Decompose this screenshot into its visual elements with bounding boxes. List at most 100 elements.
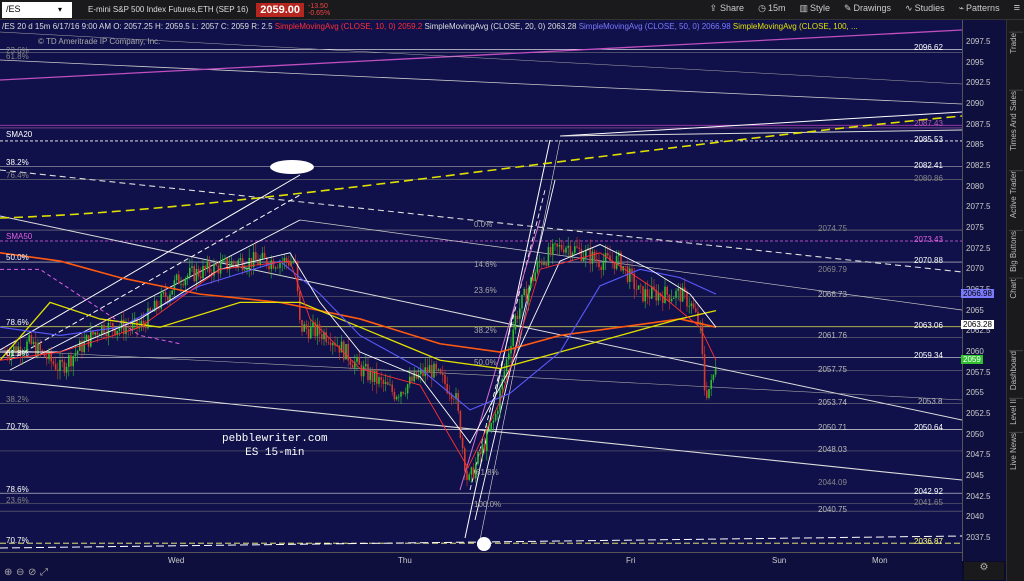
sidebar-tab[interactable]: Active Trader — [1009, 170, 1023, 219]
candle-body — [303, 324, 305, 332]
candle-body — [433, 363, 435, 378]
fib-mid-label: 50.0% — [474, 358, 497, 367]
candle-body — [552, 243, 554, 255]
fib-level-label: 78.6% — [6, 318, 29, 327]
candle-body — [244, 270, 246, 271]
sidebar-tab[interactable]: Big Buttons — [1009, 230, 1023, 272]
candle-body — [466, 470, 468, 480]
candle-body — [142, 320, 145, 324]
price-tick: 2047.5 — [966, 450, 991, 460]
candle-body — [349, 360, 352, 365]
sidebar-tab[interactable]: Live News — [1009, 432, 1023, 470]
price-tick: 2065 — [966, 305, 984, 315]
sidebar-tab[interactable]: Trade — [1009, 32, 1023, 54]
candle-body — [406, 384, 409, 394]
price-tick: 2055 — [966, 388, 984, 398]
studies-button[interactable]: ∿ Studies — [905, 2, 945, 14]
price-tick: 2045 — [966, 471, 984, 480]
candle-body — [57, 369, 59, 371]
candle-body — [105, 334, 107, 337]
trendline — [0, 174, 301, 351]
candle-body — [162, 292, 165, 294]
candle-body — [657, 293, 660, 301]
fib-level-label: SMA20 — [6, 130, 33, 139]
candle-body — [156, 300, 158, 309]
sidebar-tab[interactable]: Level II — [1009, 398, 1023, 425]
candle-body — [37, 343, 39, 357]
candle-body — [512, 329, 514, 347]
candle-body — [307, 329, 310, 339]
chart-style-icon: ▥ — [799, 2, 808, 13]
candle-body — [444, 374, 446, 384]
candle-body — [635, 289, 638, 290]
candle-body — [637, 285, 640, 290]
level-value-label: 2063.06 — [914, 320, 943, 330]
price-tick: 2050 — [966, 429, 984, 439]
candle-body — [378, 377, 380, 384]
crosshair-icon[interactable]: ⊘ — [28, 567, 36, 578]
candle-body — [400, 391, 402, 397]
candle-body — [261, 252, 264, 259]
level-value-label: 2074.75 — [818, 224, 847, 234]
share-label: Share — [720, 3, 745, 13]
candle-body — [279, 262, 281, 269]
candle-body — [673, 297, 675, 299]
bar-close: C: 2059 — [220, 22, 249, 31]
candle-body — [615, 256, 618, 269]
price-tick: 2037.5 — [966, 533, 991, 542]
candle-body — [706, 390, 708, 398]
candle-body — [688, 306, 690, 307]
drawings-button[interactable]: ✎ Drawings — [844, 2, 891, 14]
candle-body — [541, 261, 543, 265]
patterns-label: Patterns — [966, 3, 1000, 13]
zoom-out-icon[interactable]: ⊖ — [16, 567, 24, 578]
price-tick: 2080 — [966, 181, 984, 191]
candle-body — [505, 359, 508, 372]
sidebar-tab[interactable]: Dashboard — [1009, 350, 1023, 391]
candle-body — [646, 289, 649, 297]
sidebar-tab[interactable]: Chart — [1009, 278, 1023, 299]
candle-body — [666, 286, 668, 295]
candle-body — [125, 327, 127, 335]
interval-button[interactable]: ◷ 15m — [758, 2, 785, 14]
zoom-in-icon[interactable]: ⊕ — [4, 567, 12, 578]
candle-body — [420, 369, 422, 375]
candle-body — [481, 444, 484, 455]
expand-icon[interactable]: ⤢ — [40, 567, 48, 578]
sma20-value: 2063.28 — [547, 22, 577, 31]
watermark-site: pebblewriter.com — [222, 433, 328, 445]
candle-body — [527, 287, 530, 302]
menu-icon[interactable]: ≡ — [1014, 2, 1020, 14]
candle-body — [580, 248, 583, 261]
fib-level-label: 38.2% — [6, 158, 29, 167]
style-button[interactable]: ▥ Style — [799, 2, 830, 14]
candle-body — [642, 286, 644, 302]
candle-body — [167, 296, 169, 301]
candle-body — [677, 288, 679, 291]
share-button[interactable]: ⇪ Share — [710, 2, 745, 14]
patterns-button[interactable]: ⌁ Patterns — [959, 2, 1000, 14]
candle-body — [523, 289, 525, 295]
candle-body — [459, 410, 462, 438]
sidebar-tab[interactable]: Times And Sales — [1009, 90, 1023, 151]
trendline — [0, 215, 962, 421]
trendline — [559, 129, 962, 137]
candle-body — [497, 410, 499, 414]
candle-body — [710, 380, 712, 389]
level-value-label: 2036.87 — [914, 537, 943, 547]
level-value-label: 2059.34 — [914, 351, 943, 361]
time-label: Thu — [398, 556, 412, 565]
time-label: Mon — [872, 556, 888, 565]
settings-icon[interactable]: ⚙ — [964, 562, 1004, 580]
price-tick: 2040 — [966, 512, 984, 522]
candle-body — [679, 288, 682, 302]
candle-body — [598, 260, 600, 268]
candle-body — [343, 341, 345, 360]
candle-body — [230, 261, 233, 267]
level-value-label: 2070.88 — [914, 256, 943, 266]
dropdown-icon[interactable]: ▾ — [58, 5, 62, 14]
candle-body — [63, 361, 66, 373]
sma50-label: SimpleMovingAvg (CLOSE, 50, 0) — [578, 22, 700, 31]
time-axis[interactable]: ⊕ ⊖ ⊘ ⤢ — [0, 552, 962, 581]
fib-mid-label: 61.8% — [476, 468, 499, 477]
